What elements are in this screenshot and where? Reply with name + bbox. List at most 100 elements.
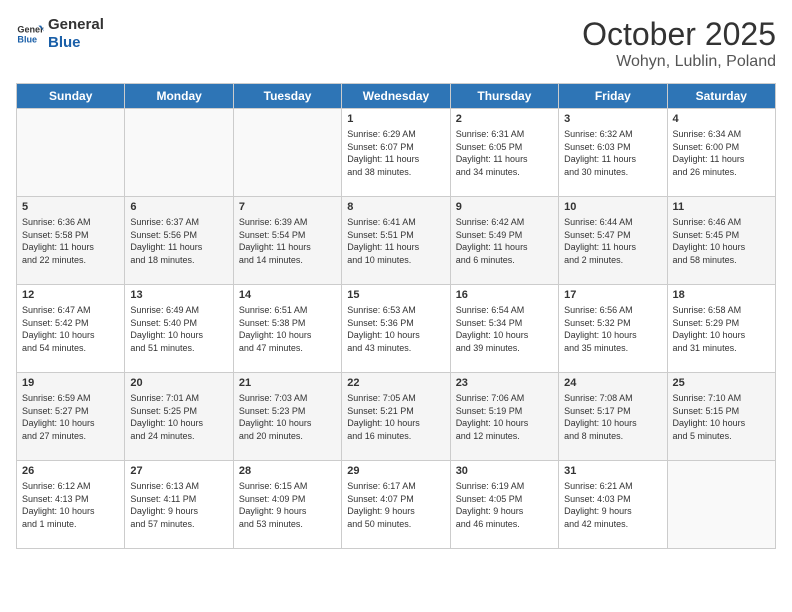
cell-content: Sunrise: 6:37 AM Sunset: 5:56 PM Dayligh… xyxy=(130,216,227,266)
cell-content: Sunrise: 6:36 AM Sunset: 5:58 PM Dayligh… xyxy=(22,216,119,266)
cell-content: Sunrise: 6:31 AM Sunset: 6:05 PM Dayligh… xyxy=(456,128,553,178)
cell-content: Sunrise: 6:42 AM Sunset: 5:49 PM Dayligh… xyxy=(456,216,553,266)
day-number: 13 xyxy=(130,289,227,301)
logo-general: General xyxy=(48,16,104,34)
day-number: 20 xyxy=(130,377,227,389)
day-number: 6 xyxy=(130,201,227,213)
cell-content: Sunrise: 6:44 AM Sunset: 5:47 PM Dayligh… xyxy=(564,216,661,266)
table-cell: 15Sunrise: 6:53 AM Sunset: 5:36 PM Dayli… xyxy=(342,285,450,373)
table-cell: 18 Sunrise: 6:58 AM Sunset: 5:29 PM Dayli… xyxy=(667,285,775,373)
table-cell: 26 Sunrise: 6:12 AM Sunset: 4:13 PM Dayli… xyxy=(17,461,125,549)
header-thursday: Thursday xyxy=(450,84,558,109)
table-cell xyxy=(17,109,125,197)
table-cell: 8 Sunrise: 6:41 AM Sunset: 5:51 PM Daylig… xyxy=(342,197,450,285)
logo: General Blue General Blue xyxy=(16,16,104,52)
logo-blue: Blue xyxy=(48,34,104,52)
cell-content: Sunrise: 6:41 AM Sunset: 5:51 PM Dayligh… xyxy=(347,216,444,266)
day-number: 21 xyxy=(239,377,336,389)
calendar-week-5: 26 Sunrise: 6:12 AM Sunset: 4:13 PM Dayli… xyxy=(17,461,776,549)
table-cell: 29Sunrise: 6:17 AM Sunset: 4:07 PM Dayli… xyxy=(342,461,450,549)
cell-content: Sunrise: 6:56 AM Sunset: 5:32 PM Dayligh… xyxy=(564,304,661,354)
day-number: 17 xyxy=(564,289,661,301)
table-cell: 28 Sunrise: 6:15 AM Sunset: 4:09 PM Dayli… xyxy=(233,461,341,549)
table-cell: 12Sunrise: 6:47 AM Sunset: 5:42 PM Dayli… xyxy=(17,285,125,373)
table-cell: 9Sunrise: 6:42 AM Sunset: 5:49 PM Daylig… xyxy=(450,197,558,285)
day-number: 2 xyxy=(456,113,553,125)
cell-content: Sunrise: 7:05 AM Sunset: 5:21 PM Dayligh… xyxy=(347,392,444,442)
day-number: 15 xyxy=(347,289,444,301)
calendar-week-4: 19 Sunrise: 6:59 AM Sunset: 5:27 PM Dayli… xyxy=(17,373,776,461)
title-block: October 2025 Wohyn, Lublin, Poland xyxy=(582,16,776,71)
table-cell: 14Sunrise: 6:51 AM Sunset: 5:38 PM Dayli… xyxy=(233,285,341,373)
header-wednesday: Wednesday xyxy=(342,84,450,109)
calendar-table: Sunday Monday Tuesday Wednesday Thursday… xyxy=(16,83,776,549)
day-number: 5 xyxy=(22,201,119,213)
table-cell: 16Sunrise: 6:54 AM Sunset: 5:34 PM Dayli… xyxy=(450,285,558,373)
table-cell: 27 Sunrise: 6:13 AM Sunset: 4:11 PM Dayli… xyxy=(125,461,233,549)
cell-content: Sunrise: 6:49 AM Sunset: 5:40 PM Dayligh… xyxy=(130,304,227,354)
day-number: 11 xyxy=(673,201,770,213)
day-number: 8 xyxy=(347,201,444,213)
calendar-header-row: Sunday Monday Tuesday Wednesday Thursday… xyxy=(17,84,776,109)
cell-content: Sunrise: 6:12 AM Sunset: 4:13 PM Dayligh… xyxy=(22,480,119,530)
header-tuesday: Tuesday xyxy=(233,84,341,109)
table-cell: 24Sunrise: 7:08 AM Sunset: 5:17 PM Dayli… xyxy=(559,373,667,461)
day-number: 23 xyxy=(456,377,553,389)
cell-content: Sunrise: 6:59 AM Sunset: 5:27 PM Dayligh… xyxy=(22,392,119,442)
day-number: 31 xyxy=(564,465,661,477)
table-cell: 13 Sunrise: 6:49 AM Sunset: 5:40 PM Dayli… xyxy=(125,285,233,373)
table-cell: 10Sunrise: 6:44 AM Sunset: 5:47 PM Dayli… xyxy=(559,197,667,285)
day-number: 27 xyxy=(130,465,227,477)
cell-content: Sunrise: 7:03 AM Sunset: 5:23 PM Dayligh… xyxy=(239,392,336,442)
cell-content: Sunrise: 7:10 AM Sunset: 5:15 PM Dayligh… xyxy=(673,392,770,442)
table-cell: 17 Sunrise: 6:56 AM Sunset: 5:32 PM Dayli… xyxy=(559,285,667,373)
table-cell: 6 Sunrise: 6:37 AM Sunset: 5:56 PM Daylig… xyxy=(125,197,233,285)
cell-content: Sunrise: 6:13 AM Sunset: 4:11 PM Dayligh… xyxy=(130,480,227,530)
table-cell: 25 Sunrise: 7:10 AM Sunset: 5:15 PM Dayli… xyxy=(667,373,775,461)
table-cell: 31 Sunrise: 6:21 AM Sunset: 4:03 PM Dayli… xyxy=(559,461,667,549)
table-cell: 1 Sunrise: 6:29 AM Sunset: 6:07 PM Daylig… xyxy=(342,109,450,197)
cell-content: Sunrise: 6:19 AM Sunset: 4:05 PM Dayligh… xyxy=(456,480,553,530)
location: Wohyn, Lublin, Poland xyxy=(582,53,776,71)
cell-content: Sunrise: 6:29 AM Sunset: 6:07 PM Dayligh… xyxy=(347,128,444,178)
day-number: 30 xyxy=(456,465,553,477)
calendar-week-1: 1 Sunrise: 6:29 AM Sunset: 6:07 PM Daylig… xyxy=(17,109,776,197)
header-monday: Monday xyxy=(125,84,233,109)
day-number: 12 xyxy=(22,289,119,301)
table-cell xyxy=(125,109,233,197)
day-number: 3 xyxy=(564,113,661,125)
day-number: 22 xyxy=(347,377,444,389)
table-cell: 11 Sunrise: 6:46 AM Sunset: 5:45 PM Dayli… xyxy=(667,197,775,285)
month-title: October 2025 xyxy=(582,16,776,53)
day-number: 4 xyxy=(673,113,770,125)
cell-content: Sunrise: 6:21 AM Sunset: 4:03 PM Dayligh… xyxy=(564,480,661,530)
table-cell: 23Sunrise: 7:06 AM Sunset: 5:19 PM Dayli… xyxy=(450,373,558,461)
cell-content: Sunrise: 6:58 AM Sunset: 5:29 PM Dayligh… xyxy=(673,304,770,354)
table-cell: 2 Sunrise: 6:31 AM Sunset: 6:05 PM Daylig… xyxy=(450,109,558,197)
table-cell: 20Sunrise: 7:01 AM Sunset: 5:25 PM Dayli… xyxy=(125,373,233,461)
header-sunday: Sunday xyxy=(17,84,125,109)
day-number: 29 xyxy=(347,465,444,477)
table-cell: 3 Sunrise: 6:32 AM Sunset: 6:03 PM Daylig… xyxy=(559,109,667,197)
cell-content: Sunrise: 6:15 AM Sunset: 4:09 PM Dayligh… xyxy=(239,480,336,530)
calendar-week-2: 5 Sunrise: 6:36 AM Sunset: 5:58 PM Daylig… xyxy=(17,197,776,285)
cell-content: Sunrise: 7:08 AM Sunset: 5:17 PM Dayligh… xyxy=(564,392,661,442)
svg-text:Blue: Blue xyxy=(17,34,37,44)
day-number: 26 xyxy=(22,465,119,477)
day-number: 1 xyxy=(347,113,444,125)
day-number: 25 xyxy=(673,377,770,389)
day-number: 14 xyxy=(239,289,336,301)
table-cell xyxy=(667,461,775,549)
table-cell: 21 Sunrise: 7:03 AM Sunset: 5:23 PM Dayli… xyxy=(233,373,341,461)
header-friday: Friday xyxy=(559,84,667,109)
calendar-week-3: 12Sunrise: 6:47 AM Sunset: 5:42 PM Dayli… xyxy=(17,285,776,373)
cell-content: Sunrise: 6:46 AM Sunset: 5:45 PM Dayligh… xyxy=(673,216,770,266)
table-cell: 30 Sunrise: 6:19 AM Sunset: 4:05 PM Dayli… xyxy=(450,461,558,549)
day-number: 19 xyxy=(22,377,119,389)
cell-content: Sunrise: 6:32 AM Sunset: 6:03 PM Dayligh… xyxy=(564,128,661,178)
logo-icon: General Blue xyxy=(16,20,44,48)
day-number: 7 xyxy=(239,201,336,213)
day-number: 28 xyxy=(239,465,336,477)
day-number: 18 xyxy=(673,289,770,301)
table-cell: 7Sunrise: 6:39 AM Sunset: 5:54 PM Daylig… xyxy=(233,197,341,285)
